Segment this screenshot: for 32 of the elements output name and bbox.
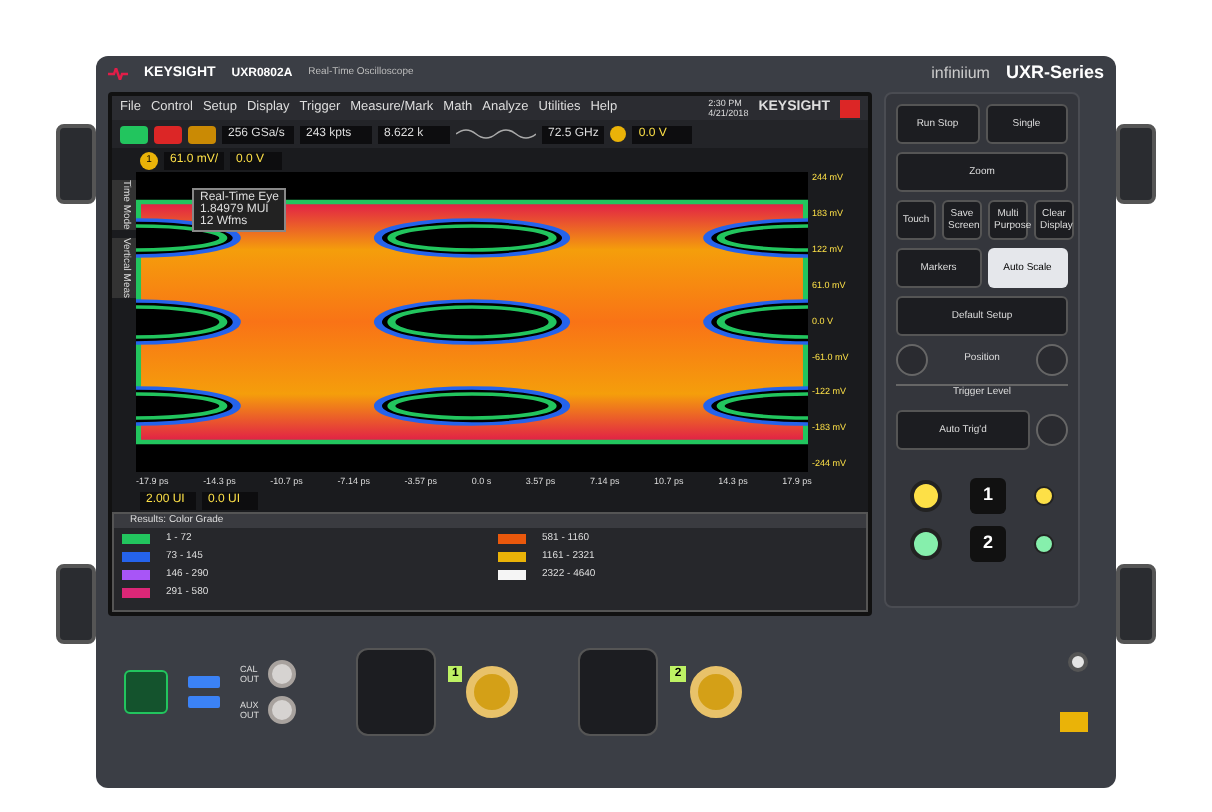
handle-drawing (56, 124, 96, 204)
handle-drawing (1116, 564, 1156, 644)
connector-icon (268, 660, 296, 688)
knob-icon[interactable] (1036, 413, 1068, 445)
channel-knob[interactable] (910, 479, 942, 511)
acquisition-button[interactable] (154, 125, 182, 143)
acquisition-button[interactable] (120, 125, 148, 143)
ground-jack-icon (1068, 652, 1088, 672)
channel-button[interactable]: 1 (970, 477, 1006, 513)
probe-socket (578, 648, 659, 736)
offset-knob[interactable] (1034, 533, 1054, 553)
usb-port-icon (188, 696, 220, 708)
power-button[interactable] (124, 670, 168, 714)
connector-icon (466, 666, 519, 718)
waveform-icon (456, 126, 536, 142)
probe-socket (356, 648, 436, 736)
handle-drawing (1116, 124, 1156, 204)
knob-icon[interactable] (1035, 344, 1068, 376)
connector-icon (268, 696, 296, 724)
knob-icon[interactable] (896, 344, 928, 376)
trigger-icon (610, 126, 627, 142)
series-name: UXR-Series (1005, 60, 1104, 87)
channel-knob[interactable] (910, 527, 942, 559)
offset-knob[interactable] (1034, 485, 1054, 505)
wave-logo-icon (108, 68, 128, 80)
usb-port-icon (188, 676, 220, 688)
channel-button[interactable]: 2 (970, 525, 1006, 561)
handle-drawing (56, 564, 96, 644)
product-line: infiniium (931, 62, 990, 86)
acquisition-button[interactable] (188, 125, 216, 143)
connector-icon (689, 666, 742, 718)
close-icon[interactable] (840, 99, 860, 117)
